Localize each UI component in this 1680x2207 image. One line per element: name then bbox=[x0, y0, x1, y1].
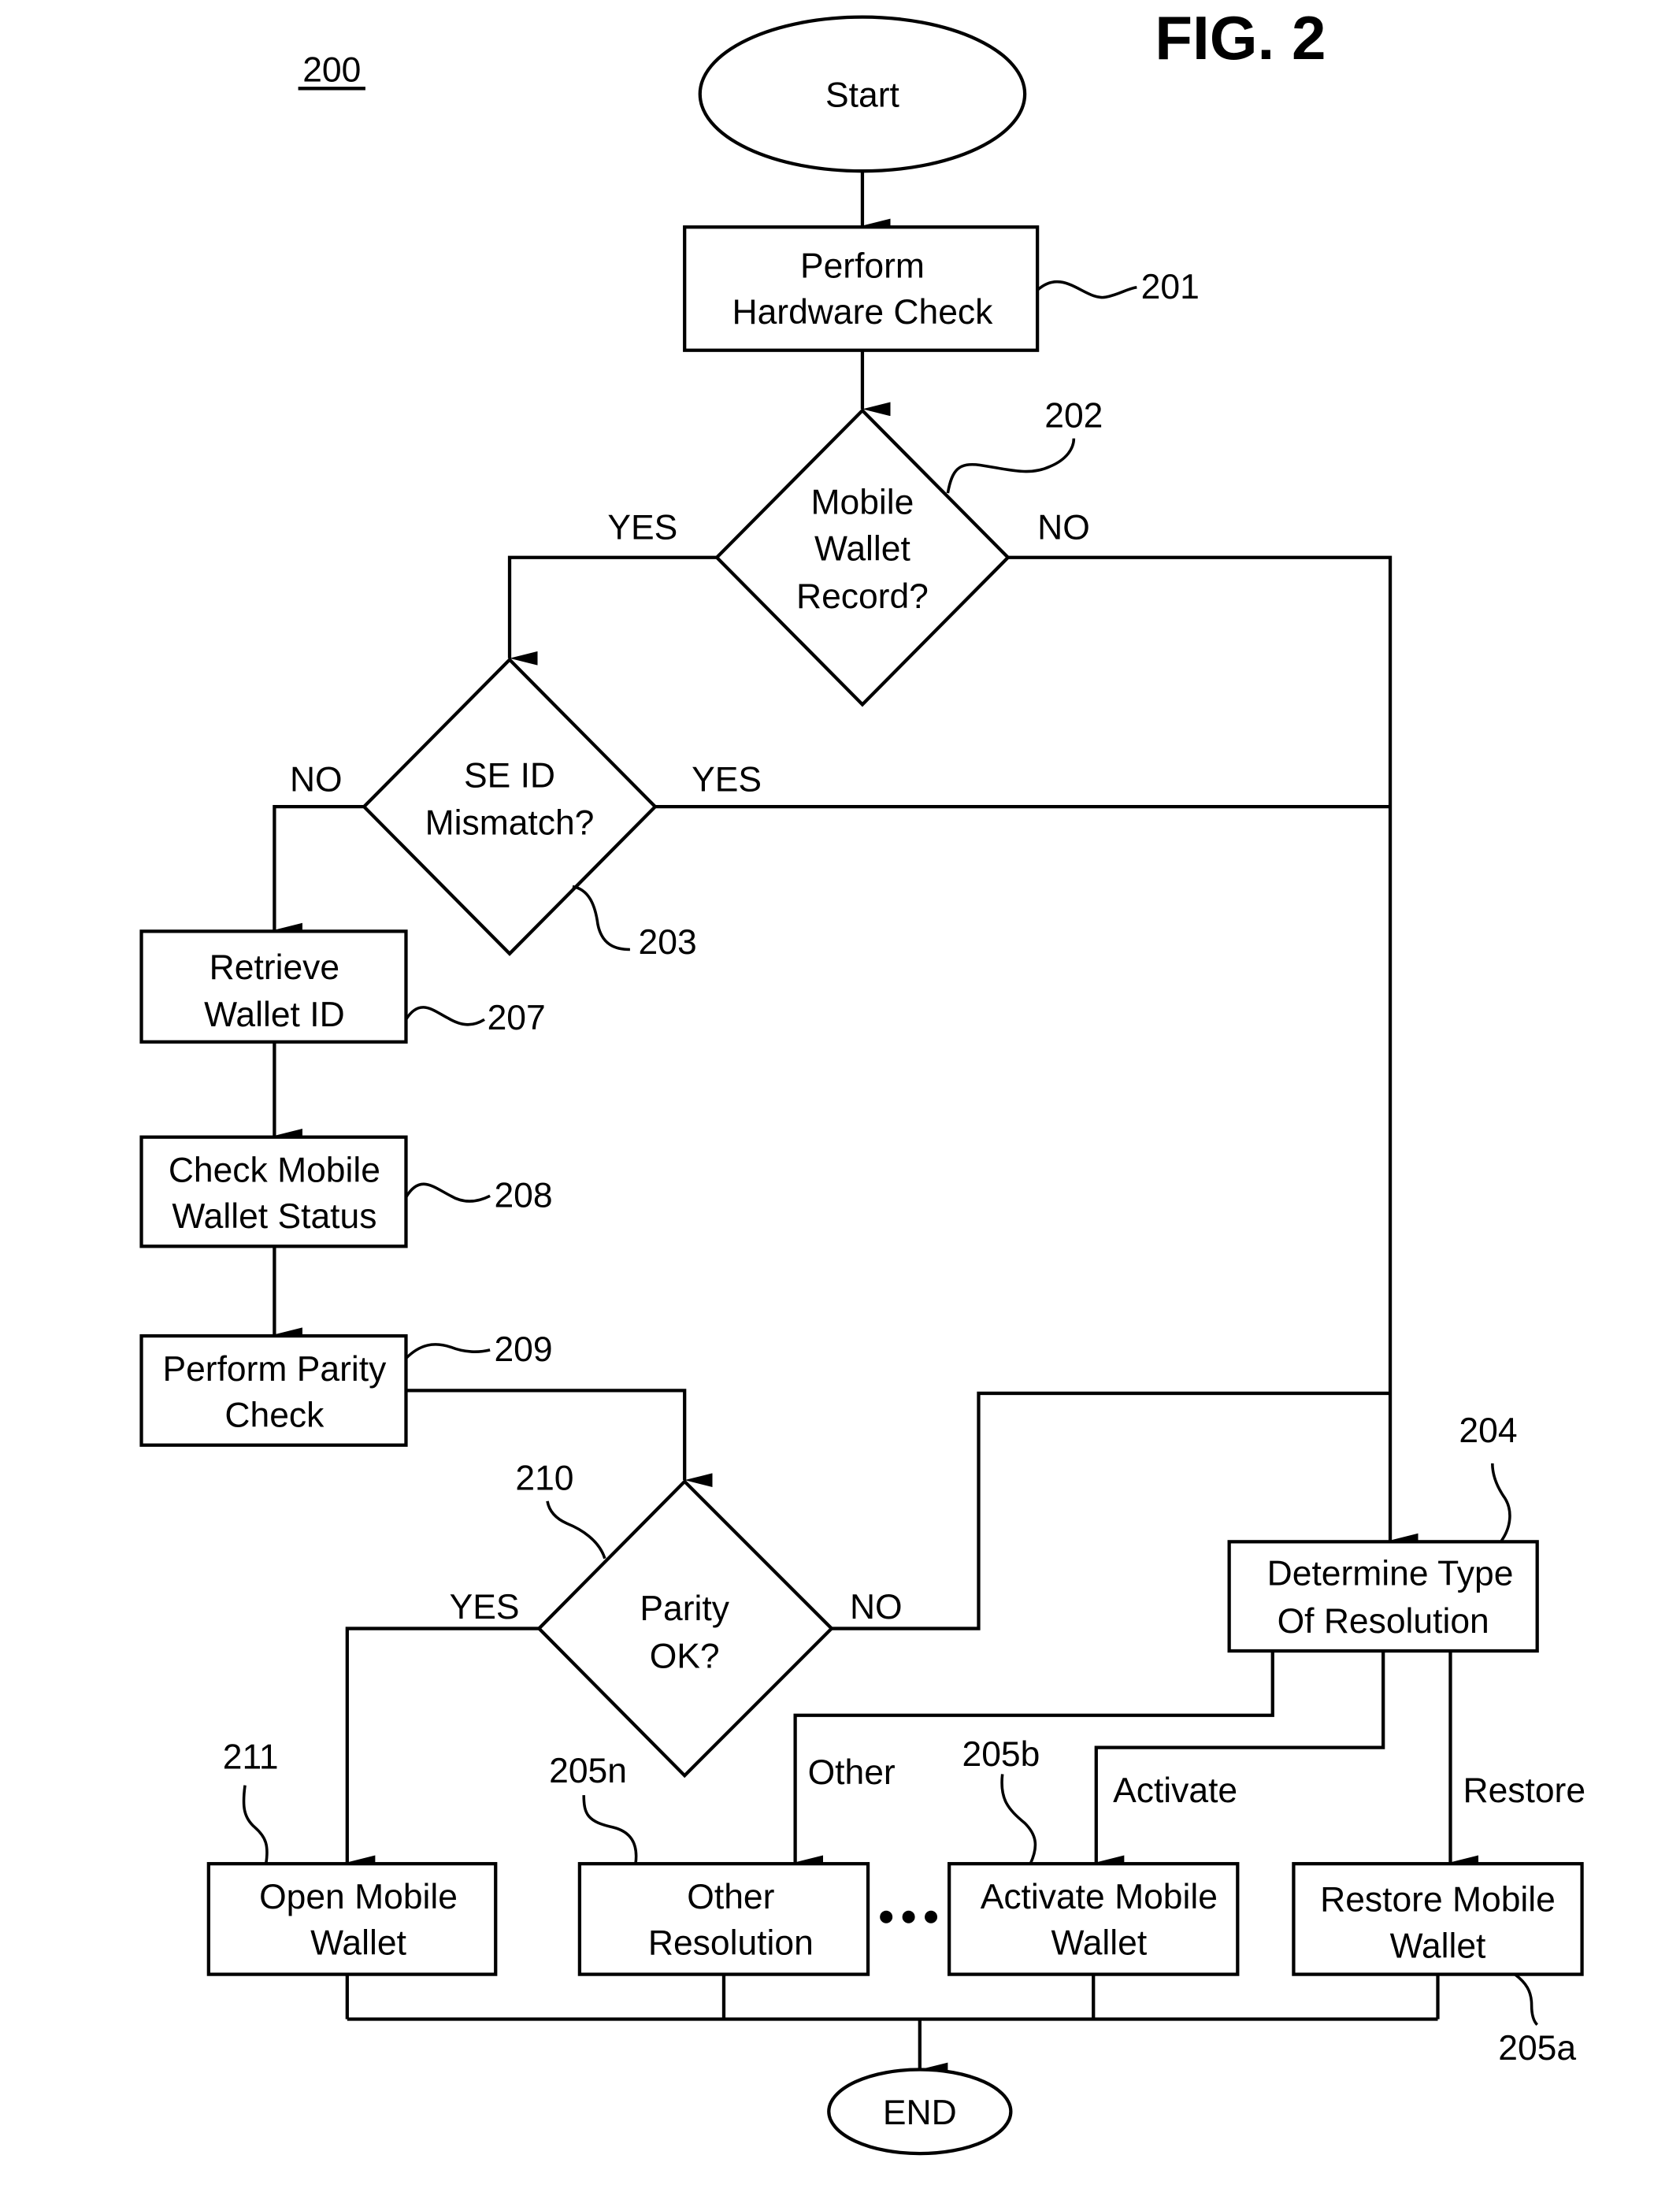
ref-211: 211 bbox=[223, 1738, 279, 1776]
ref-209: 209 bbox=[494, 1330, 552, 1369]
node-208-line-1: Check Mobile bbox=[169, 1152, 380, 1190]
node-203-line-1: SE ID bbox=[464, 756, 555, 795]
node-209-line-1: Perform Parity bbox=[162, 1350, 387, 1389]
node-208-line-2: Wallet Status bbox=[172, 1197, 376, 1236]
ref-207: 207 bbox=[488, 999, 546, 1037]
node-207-retrieve-wallet-id: Retrieve Wallet ID bbox=[139, 929, 408, 1044]
edge-label-203-yes: YES bbox=[692, 761, 762, 799]
leader-203 bbox=[572, 885, 630, 951]
node-204-determine-type-of-resolution: Determine Type Of Resolution bbox=[1227, 1540, 1539, 1653]
node-211-open-mobile-wallet: Open Mobile Wallet bbox=[206, 1862, 498, 1976]
node-205a-restore-mobile-wallet: Restore Mobile Wallet bbox=[1292, 1862, 1584, 1976]
start-node: Start bbox=[698, 15, 1027, 173]
node-208-check-mobile-wallet-status: Check Mobile Wallet Status bbox=[139, 1135, 408, 1248]
ellipsis-dot bbox=[902, 1910, 915, 1923]
edge-203-no-207 bbox=[273, 805, 365, 937]
edge-label-210-no: NO bbox=[850, 1588, 903, 1627]
ref-203: 203 bbox=[639, 923, 697, 962]
figure-title: FIG. 2 bbox=[1155, 3, 1326, 72]
node-201-line-2: Hardware Check bbox=[732, 293, 994, 332]
node-205b-line-2: Wallet bbox=[1051, 1924, 1147, 1963]
node-210-line-2: OK? bbox=[650, 1637, 720, 1675]
node-211-line-1: Open Mobile bbox=[259, 1878, 458, 1916]
diamond-210 bbox=[536, 1478, 834, 1779]
node-205n-line-1: Other bbox=[687, 1878, 774, 1916]
node-202-line-2: Wallet bbox=[814, 529, 910, 568]
node-210-line-1: Parity bbox=[640, 1589, 729, 1628]
node-205a-line-1: Restore Mobile bbox=[1320, 1881, 1556, 1920]
leader-209 bbox=[405, 1343, 491, 1359]
leader-211 bbox=[242, 1785, 269, 1864]
figure-ref-number: 200 bbox=[302, 50, 361, 89]
start-label: Start bbox=[825, 76, 899, 114]
node-203-se-id-mismatch: SE ID Mismatch? bbox=[362, 657, 658, 956]
edge-label-210-yes: YES bbox=[450, 1588, 520, 1627]
leader-205b bbox=[1000, 1774, 1037, 1864]
leader-210 bbox=[546, 1500, 606, 1560]
node-204-line-2: Of Resolution bbox=[1278, 1602, 1489, 1641]
node-207-line-2: Wallet ID bbox=[204, 996, 345, 1034]
leader-201 bbox=[1036, 280, 1137, 299]
node-202-line-1: Mobile bbox=[811, 484, 914, 522]
ref-208: 208 bbox=[494, 1177, 552, 1215]
leader-205n bbox=[582, 1795, 638, 1864]
leader-204 bbox=[1491, 1463, 1511, 1543]
edge-210-yes-211 bbox=[345, 1627, 540, 1870]
node-205b-activate-mobile-wallet: Activate Mobile Wallet bbox=[948, 1862, 1240, 1976]
ref-205n: 205n bbox=[549, 1752, 627, 1790]
node-205n-line-2: Resolution bbox=[648, 1924, 814, 1963]
flowchart-diagram: FIG. 2 200 Start Perform Hardware Check … bbox=[139, 3, 1585, 2156]
node-205n-other-resolution: Other Resolution bbox=[577, 1862, 870, 1976]
node-205a-line-2: Wallet bbox=[1390, 1927, 1486, 1965]
edge-label-activate: Activate bbox=[1113, 1771, 1237, 1810]
ref-210: 210 bbox=[515, 1460, 573, 1498]
end-label: END bbox=[883, 2094, 957, 2132]
node-204-line-1: Determine Type bbox=[1267, 1554, 1514, 1593]
node-202-mobile-wallet-record: Mobile Wallet Record? bbox=[714, 408, 1011, 707]
node-209-line-2: Check bbox=[224, 1397, 325, 1435]
node-201-perform-hardware-check: Perform Hardware Check bbox=[683, 225, 1040, 352]
node-210-parity-ok: Parity OK? bbox=[536, 1478, 834, 1779]
edge-label-203-no: NO bbox=[290, 761, 343, 799]
edge-label-202-yes: YES bbox=[607, 509, 677, 547]
leader-202 bbox=[946, 438, 1076, 494]
node-203-line-2: Mismatch? bbox=[425, 804, 595, 843]
node-209-perform-parity-check: Perform Parity Check bbox=[139, 1333, 408, 1447]
ref-205b: 205b bbox=[962, 1735, 1040, 1774]
edge-label-other: Other bbox=[808, 1753, 896, 1792]
leader-208 bbox=[404, 1182, 491, 1203]
edge-202-yes-203 bbox=[507, 555, 718, 666]
edge-204-activate bbox=[1094, 1651, 1385, 1870]
leader-207 bbox=[404, 1006, 485, 1026]
ref-201: 201 bbox=[1141, 268, 1200, 306]
node-201-line-1: Perform bbox=[800, 247, 925, 285]
end-node: END bbox=[827, 2068, 1013, 2156]
box-201 bbox=[683, 225, 1040, 352]
ref-205a: 205a bbox=[1498, 2029, 1576, 2068]
node-211-line-2: Wallet bbox=[310, 1924, 406, 1963]
leader-205a bbox=[1514, 1973, 1539, 2026]
node-202-line-3: Record? bbox=[796, 577, 929, 616]
ref-204: 204 bbox=[1459, 1411, 1517, 1450]
node-205b-line-1: Activate Mobile bbox=[981, 1878, 1218, 1916]
ref-202: 202 bbox=[1044, 396, 1103, 435]
node-207-line-1: Retrieve bbox=[210, 948, 339, 987]
edge-label-202-no: NO bbox=[1037, 509, 1090, 547]
ellipsis-dot bbox=[880, 1910, 893, 1923]
ellipsis-dots-icon bbox=[880, 1910, 938, 1923]
ellipsis-dot bbox=[925, 1910, 938, 1923]
edge-label-restore: Restore bbox=[1463, 1771, 1585, 1810]
